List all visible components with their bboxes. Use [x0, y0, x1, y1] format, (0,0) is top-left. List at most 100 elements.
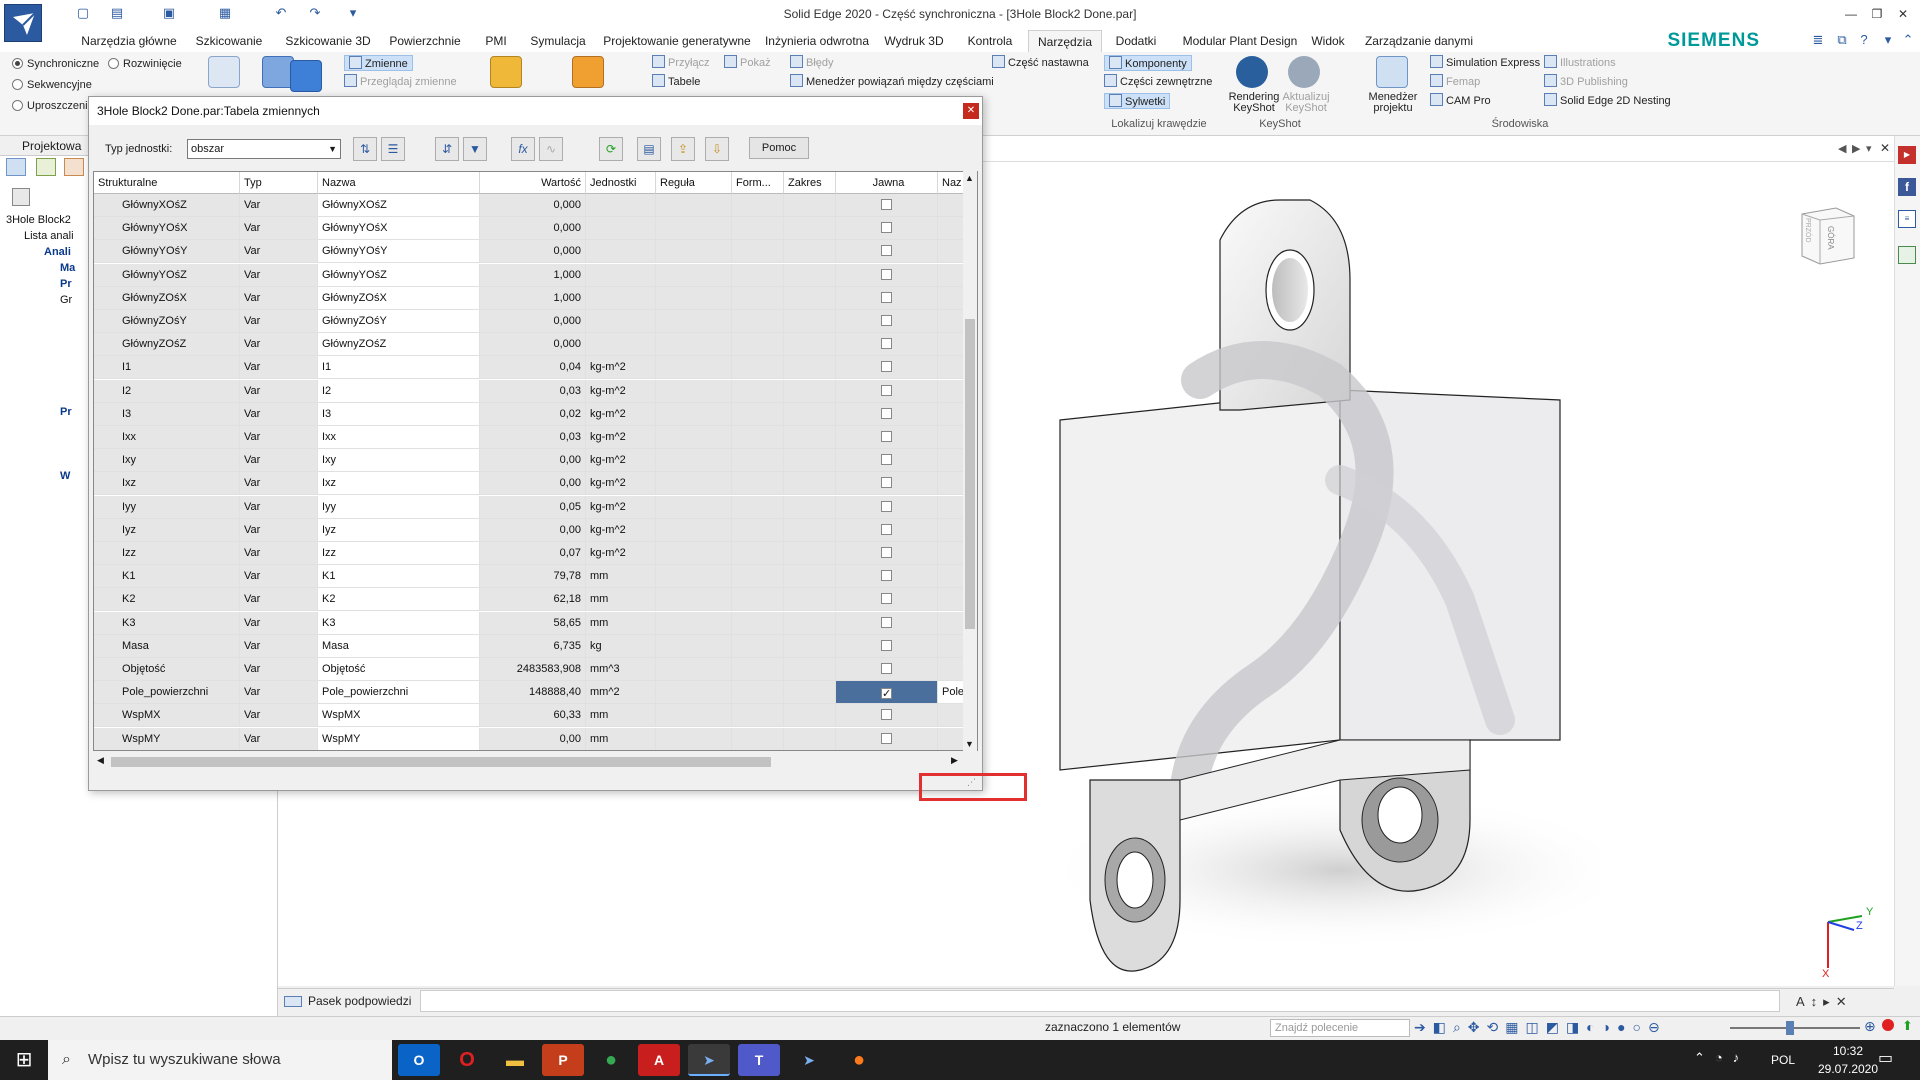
table-row[interactable]: Objętość Var Objętość 2483583,908 mm^3	[94, 658, 968, 681]
cell-z[interactable]	[784, 681, 836, 705]
cell-r[interactable]	[656, 263, 732, 287]
cell-n[interactable]: Masa	[318, 634, 480, 658]
femap-button[interactable]: Femap	[1430, 74, 1480, 90]
illustrations-button[interactable]: Illustrations	[1544, 55, 1616, 71]
file-explorer-icon[interactable]: ▬	[494, 1044, 536, 1076]
checkbox-icon[interactable]	[881, 384, 892, 396]
cell-t[interactable]: Var	[240, 263, 318, 287]
cell-t[interactable]: Var	[240, 658, 318, 681]
table-row[interactable]: Izz Var Izz 0,07 kg-m^2	[94, 542, 968, 565]
cell-t[interactable]: Var	[240, 194, 318, 217]
cell-u[interactable]: kg-m^2	[586, 518, 656, 542]
cell-f[interactable]	[732, 263, 784, 287]
table-row[interactable]: I3 Var I3 0,02 kg-m^2	[94, 402, 968, 426]
col-header-formula[interactable]: Form...	[732, 172, 784, 194]
cell-n[interactable]: Objętość	[318, 658, 480, 681]
checkbox-icon[interactable]	[881, 338, 892, 350]
cell-r[interactable]	[656, 402, 732, 426]
cell-v[interactable]: 0,000	[480, 217, 586, 241]
cell-t[interactable]: Var	[240, 379, 318, 403]
checkbox-icon[interactable]	[881, 245, 892, 257]
cell-n[interactable]: Ixz	[318, 472, 480, 496]
tab-view[interactable]: Widok	[1306, 30, 1350, 52]
cell-r[interactable]	[656, 379, 732, 403]
cell-u[interactable]: mm	[586, 565, 656, 589]
cell-s[interactable]: Ixx	[94, 426, 240, 449]
outlook-icon[interactable]: O	[398, 1044, 440, 1076]
cell-v[interactable]: 0,05	[480, 495, 586, 519]
pathfinder-tool-icon[interactable]	[6, 158, 26, 176]
table-row[interactable]: GłównyZOśZ Var GłównyZOśZ 0,000	[94, 333, 968, 357]
filter-list-icon[interactable]: ☰	[381, 137, 405, 161]
cell-r[interactable]	[656, 518, 732, 542]
scroll-right-icon[interactable]: ▶	[951, 755, 958, 766]
cell-f[interactable]	[732, 565, 784, 589]
cell-s[interactable]: I3	[94, 402, 240, 426]
cell-exposed[interactable]	[836, 310, 938, 333]
cell-f[interactable]	[732, 402, 784, 426]
cell-f[interactable]	[732, 379, 784, 403]
open-folder-icon[interactable]: ▤	[108, 4, 126, 22]
cell-v[interactable]: 0,000	[480, 333, 586, 357]
checkbox-icon[interactable]	[881, 500, 892, 512]
cell-v[interactable]: 0,000	[480, 310, 586, 333]
checkbox-icon[interactable]	[881, 688, 892, 700]
table-row[interactable]: K2 Var K2 62,18 mm	[94, 588, 968, 612]
notifications-icon[interactable]: ▭	[1878, 1048, 1893, 1068]
cell-f[interactable]	[732, 217, 784, 241]
checkbox-icon[interactable]	[881, 222, 892, 234]
cell-s[interactable]: GłównyXOśZ	[94, 194, 240, 217]
redo-icon[interactable]: ↷	[306, 4, 324, 22]
cell-v[interactable]: 0,000	[480, 240, 586, 264]
cell-s[interactable]: GłównyZOśZ	[94, 333, 240, 357]
cell-n[interactable]: GłównyZOśY	[318, 310, 480, 333]
cell-z[interactable]	[784, 194, 836, 217]
zoom-slider-thumb[interactable]	[1786, 1021, 1794, 1035]
requirements-icon[interactable]	[1898, 246, 1916, 264]
cell-n[interactable]: Iyz	[318, 518, 480, 542]
model-icon[interactable]	[208, 56, 240, 88]
variables-button[interactable]: Zmienne	[344, 55, 413, 71]
tab-3d-print[interactable]: Wydruk 3D	[878, 30, 950, 52]
sort-icon[interactable]: ⇅	[353, 137, 377, 161]
cell-exposed[interactable]	[836, 681, 938, 705]
tab-scroll-left-icon[interactable]: ◀	[1838, 142, 1846, 155]
cell-u[interactable]	[586, 310, 656, 333]
cell-r[interactable]	[656, 356, 732, 380]
checkbox-icon[interactable]	[881, 570, 892, 582]
cell-f[interactable]	[732, 634, 784, 658]
units-type-select[interactable]: obszar ▼	[187, 139, 341, 159]
save-icon[interactable]: ▣	[160, 4, 178, 22]
cell-f[interactable]	[732, 727, 784, 750]
cell-s[interactable]: Masa	[94, 634, 240, 658]
cell-v[interactable]: 60,33	[480, 704, 586, 728]
attach-button[interactable]: Przyłącz	[652, 55, 710, 71]
restore-icon[interactable]: ❐	[1864, 4, 1890, 24]
chart-icon[interactable]: ∿	[539, 137, 563, 161]
acrobat-icon[interactable]: A	[638, 1044, 680, 1076]
cell-s[interactable]: Iyy	[94, 495, 240, 519]
sort-order-icon[interactable]: ⇵	[435, 137, 459, 161]
cell-t[interactable]: Var	[240, 240, 318, 264]
cell-v[interactable]: 148888,40	[480, 681, 586, 705]
cell-s[interactable]: I2	[94, 379, 240, 403]
new-file-icon[interactable]: ▢	[74, 4, 92, 22]
cell-v[interactable]: 0,07	[480, 542, 586, 565]
tab-sketching[interactable]: Szkicowanie	[190, 30, 268, 52]
lock-icon[interactable]	[490, 56, 522, 88]
undo-icon[interactable]: ↶	[272, 4, 290, 22]
table-row[interactable]: Ixx Var Ixx 0,03 kg-m^2	[94, 426, 968, 449]
cell-exposed[interactable]	[836, 286, 938, 310]
tab-tools[interactable]: Narzędzia	[1028, 30, 1102, 52]
filter-icon[interactable]: ▼	[463, 137, 487, 161]
cell-n[interactable]: GłównyXOśZ	[318, 194, 480, 217]
news-icon[interactable]: ≡	[1898, 210, 1916, 228]
scroll-up-icon[interactable]: ▲	[965, 173, 974, 183]
table-row[interactable]: Ixz Var Ixz 0,00 kg-m^2	[94, 472, 968, 496]
cell-t[interactable]: Var	[240, 542, 318, 565]
cell-f[interactable]	[732, 194, 784, 217]
view-cube[interactable]: GÓRA PRZÓD	[1796, 206, 1860, 266]
tree-item-root[interactable]: 3Hole Block2	[6, 214, 71, 226]
cell-t[interactable]: Var	[240, 426, 318, 449]
cell-exposed[interactable]	[836, 217, 938, 241]
